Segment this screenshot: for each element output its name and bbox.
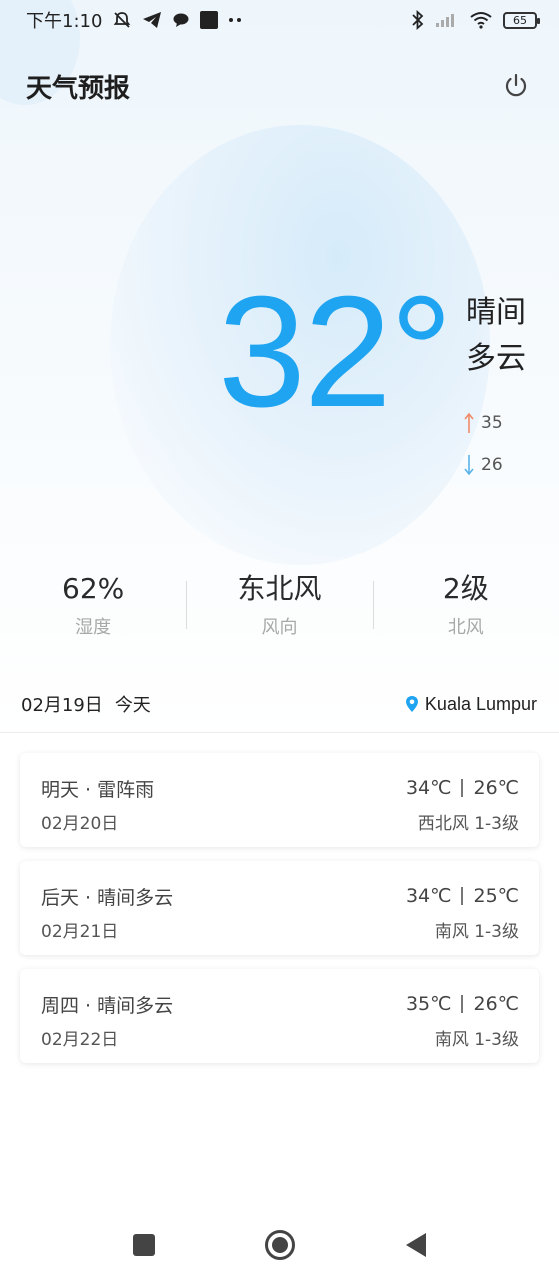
back-button[interactable]: [398, 1227, 434, 1263]
high-temp-row: 35: [463, 402, 503, 444]
forecast-wind: 南风 1-3级: [434, 921, 519, 942]
app-header: 天气预报: [0, 60, 559, 112]
date-row: 02月19日 今天 Kuala Lumpur: [0, 680, 559, 728]
stat-label: 湿度: [75, 617, 112, 638]
location-selector[interactable]: Kuala Lumpur: [405, 694, 537, 715]
chat-bubble-icon: [172, 11, 190, 29]
forecast-low: 26℃: [473, 993, 519, 1015]
high-temp: 35: [481, 413, 503, 433]
stat-label: 风向: [261, 617, 298, 638]
stat-humidity: 62% 湿度: [0, 567, 186, 645]
forecast-title: 明天 · 雷阵雨: [41, 778, 155, 801]
stat-value: 62%: [62, 572, 125, 605]
bell-muted-icon: [112, 10, 132, 30]
page-title: 天气预报: [26, 73, 131, 104]
stat-value: 东北风: [237, 572, 322, 605]
forecast-list: 明天 · 雷阵雨 34℃ 26℃ 02月20日 西北风 1-3级 后天 · 晴间…: [20, 753, 539, 1077]
forecast-title: 后天 · 晴间多云: [41, 886, 174, 909]
bluetooth-icon: [411, 10, 425, 30]
forecast-low: 25℃: [473, 885, 519, 907]
status-time: 下午1:10: [26, 11, 103, 32]
forecast-temp-range: 34℃ 26℃: [406, 777, 519, 799]
location-pin-icon: [405, 696, 418, 712]
more-dots-icon: [228, 17, 242, 23]
wifi-icon: [469, 11, 493, 29]
forecast-card[interactable]: 周四 · 晴间多云 35℃ 26℃ 02月22日 南风 1-3级: [20, 969, 539, 1063]
forecast-temp-range: 34℃ 25℃: [406, 885, 519, 907]
location-name: Kuala Lumpur: [424, 693, 537, 714]
separator: [461, 887, 464, 905]
battery-icon: 65: [503, 11, 540, 29]
forecast-low: 26℃: [473, 777, 519, 799]
temperature-value: 32°: [218, 264, 453, 440]
stat-wind-level: 2级 北风: [372, 567, 559, 645]
divider: [0, 732, 559, 733]
arrow-up-icon: [464, 412, 474, 433]
power-button[interactable]: [501, 71, 531, 101]
app-square-icon: [200, 11, 219, 29]
forecast-card[interactable]: 后天 · 晴间多云 34℃ 25℃ 02月21日 南风 1-3级: [20, 861, 539, 955]
back-triangle-icon: [405, 1233, 426, 1257]
current-day: 今天: [114, 695, 151, 716]
forecast-card[interactable]: 明天 · 雷阵雨 34℃ 26℃ 02月20日 西北风 1-3级: [20, 753, 539, 847]
arrow-down-icon: [464, 455, 474, 476]
forecast-high: 34℃: [405, 777, 452, 799]
forecast-high: 34℃: [405, 885, 452, 907]
stat-wind-direction: 东北风 风向: [186, 567, 372, 645]
condition-line1: 晴间: [466, 295, 526, 330]
weather-stats: 62% 湿度 东北风 风向 2级 北风: [0, 566, 559, 646]
signal-icon: [435, 12, 459, 28]
low-temp-row: 26: [463, 444, 503, 486]
status-bar: 下午1:10 65: [0, 0, 559, 40]
forecast-high: 35℃: [405, 993, 452, 1015]
stat-label: 北风: [447, 617, 484, 638]
stat-value: 2级: [442, 572, 489, 605]
condition-line2: 多云: [466, 341, 526, 376]
forecast-temp-range: 35℃ 26℃: [406, 993, 519, 1015]
low-temp: 26: [481, 455, 503, 475]
forecast-wind: 南风 1-3级: [434, 1029, 519, 1050]
home-button[interactable]: [262, 1227, 298, 1263]
recents-button[interactable]: [126, 1227, 162, 1263]
forecast-date: 02月20日: [41, 813, 119, 834]
power-icon: [505, 73, 527, 97]
forecast-title: 周四 · 晴间多云: [41, 994, 174, 1017]
current-temperature: 32°: [218, 264, 453, 440]
high-low: 35 26: [463, 402, 503, 486]
current-condition: 晴间 多云: [466, 290, 546, 382]
separator: [461, 995, 464, 1013]
square-icon: [132, 1234, 155, 1256]
forecast-date: 02月22日: [41, 1029, 119, 1050]
telegram-icon: [142, 11, 162, 29]
forecast-date: 02月21日: [41, 921, 119, 942]
separator: [461, 779, 464, 797]
system-nav-bar: [0, 1210, 559, 1280]
battery-level: 65: [513, 13, 527, 27]
home-circle-icon: [264, 1230, 295, 1260]
current-date: 02月19日: [21, 695, 103, 716]
forecast-wind: 西北风 1-3级: [417, 813, 519, 834]
